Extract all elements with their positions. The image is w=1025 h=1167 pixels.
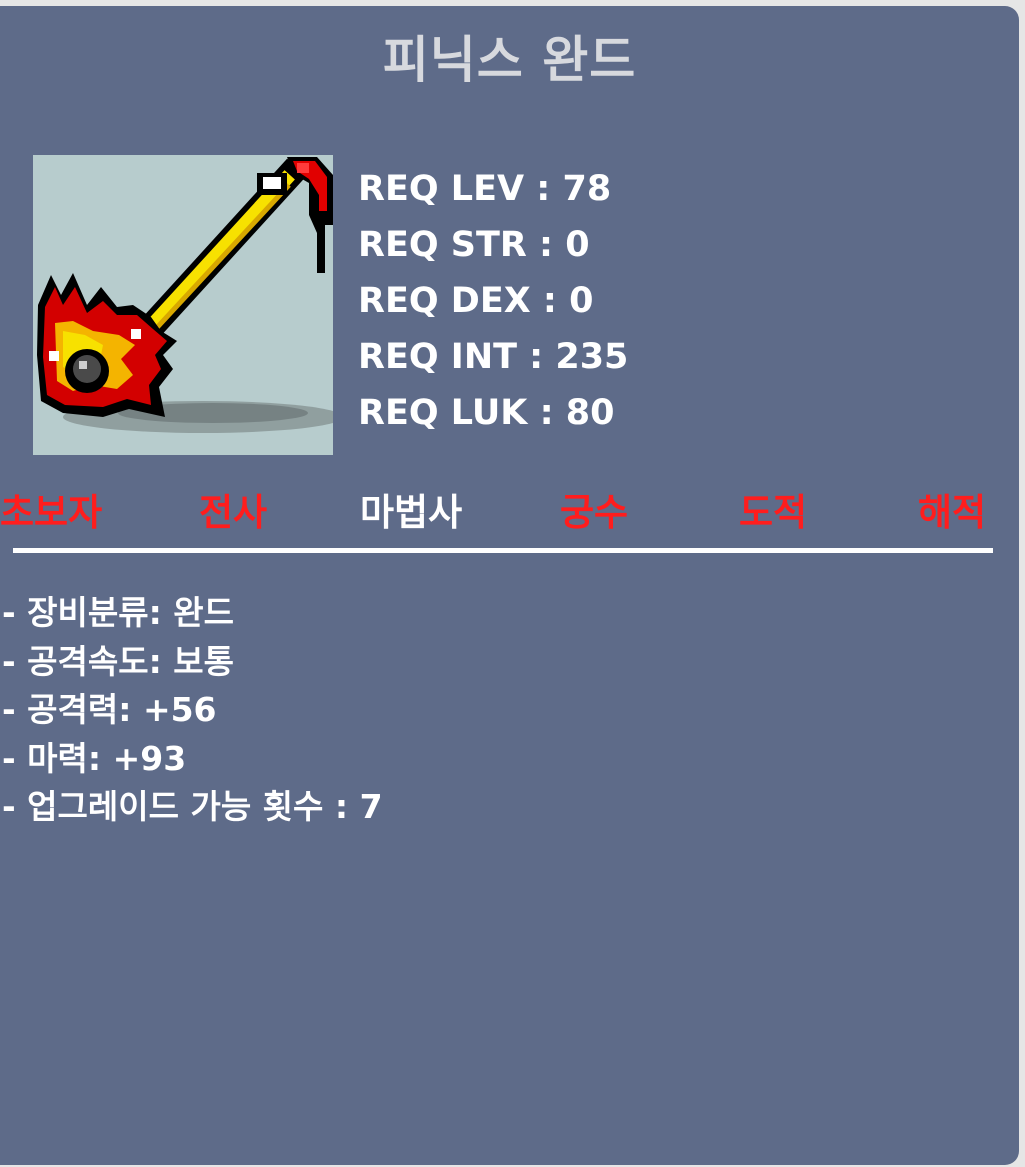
stat-upgrade-slots: - 업그레이드 가능 횟수 : 7 [2,787,383,826]
stat-attack-speed: - 공격속도: 보통 [2,641,235,681]
item-stats: - 장비분류: 완드 - 공격속도: 보통 - 공격력: +56 - 마력: +… [2,589,383,832]
requirements-list: REQ LEV : 78 REQ STR : 0 REQ DEX : 0 REQ… [358,161,628,441]
job-beginner: 초보자 [0,491,103,534]
job-thief: 도적 [739,491,808,534]
phoenix-wand-icon [33,155,333,455]
req-dex: REQ DEX : 0 [358,281,594,321]
divider [13,548,993,553]
job-archer: 궁수 [560,491,629,534]
req-int: REQ INT : 235 [358,337,629,377]
job-warrior: 전사 [199,491,268,534]
stat-magic: - 마력: +93 [2,738,187,778]
job-magician: 마법사 [360,491,463,534]
req-level: REQ LEV : 78 [358,169,612,209]
req-luk: REQ LUK : 80 [358,393,615,433]
stat-attack: - 공격력: +56 [2,690,217,729]
job-pirate: 해적 [918,491,987,534]
stat-category: - 장비분류: 완드 [2,593,235,632]
item-name: 피닉스 완드 [382,31,637,89]
item-tooltip-panel: 피닉스 완드 REQ LEV: 78 REQ STR: 0 REQ DEX … [0,6,1019,1165]
job-list: 초보자 전사 마법사 궁수 도적 해적 [0,482,1019,538]
req-str: REQ STR : 0 [358,225,590,265]
